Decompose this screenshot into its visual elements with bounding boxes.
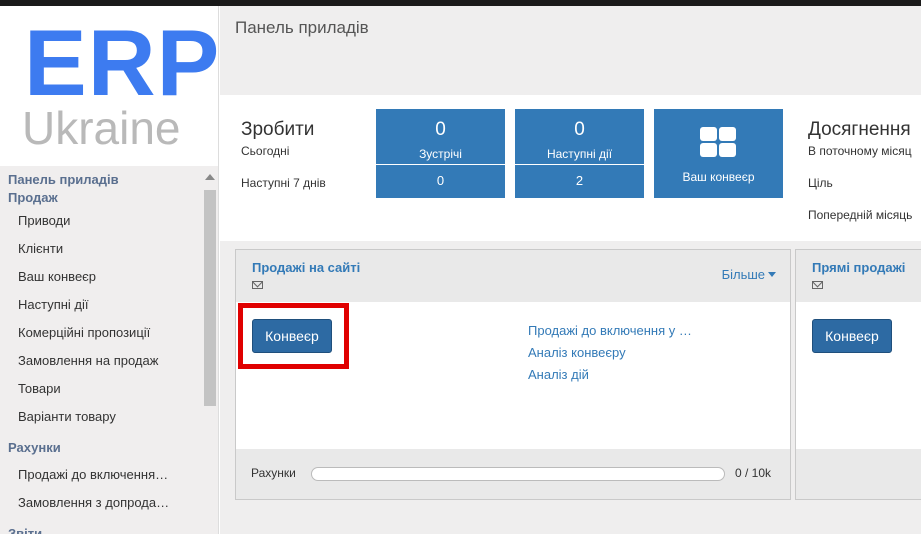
card-footer: Рахунки 0 / 10k [236,449,790,499]
card-title[interactable]: Прямі продажі [812,260,905,275]
sidebar-item-next-actions[interactable]: Наступні дії [0,291,200,319]
logo-ukraine-text: Ukraine [22,102,181,154]
sidebar-item-sales-orders[interactable]: Замовлення на продаж [0,347,200,375]
logo[interactable]: ERP Ukraine [0,6,219,166]
next-actions-next7-count[interactable]: 2 [515,164,644,198]
mail-icon[interactable] [812,281,823,289]
achievements-current-month: В поточному місяц [808,144,912,158]
todo-next7-label: Наступні 7 днів [241,176,326,190]
card-header: Прямі продажі [796,250,921,302]
card-title[interactable]: Продажі на сайті [252,260,360,275]
sidebar-item-pipeline[interactable]: Ваш конвеєр [0,263,200,291]
more-dropdown[interactable]: Більше [722,267,776,282]
link-activity-analysis[interactable]: Аналіз дій [528,364,692,386]
sidebar-menu: Панель приладів Продаж Приводи Клієнти В… [0,166,202,534]
link-pipeline-analysis[interactable]: Аналіз конвеєру [528,342,692,364]
scroll-up-arrow-icon[interactable] [205,174,215,180]
stats-panel: Зробити Сьогодні Наступні 7 днів 0 Зустр… [220,95,921,241]
card-links: Продажі до включення у … Аналіз конвеєру… [528,320,692,386]
logo-erp-text: ERP [24,10,219,115]
meetings-next7-count[interactable]: 0 [376,164,505,198]
sidebar-item-product-variants[interactable]: Варіанти товару [0,403,200,431]
grid-icon [700,127,736,157]
invoices-progress-value: 0 / 10k [735,466,772,480]
card-header: Продажі на сайті Більше [236,250,790,302]
link-sales-to-invoice[interactable]: Продажі до включення у … [528,320,692,342]
page-title: Панель приладів [235,18,369,37]
todo-title: Зробити [241,119,315,140]
meetings-count: 0 [435,119,446,140]
sales-team-card-website: Продажі на сайті Більше Конвеєр Продажі … [235,249,791,500]
sidebar-item-customers[interactable]: Клієнти [0,235,200,263]
sidebar-scrollbar[interactable] [202,170,218,534]
sidebar: ERP Ukraine Панель приладів Продаж Приво… [0,6,219,534]
caret-down-icon [768,272,776,277]
todo-today-label: Сьогодні [241,144,290,158]
achievements-previous-month: Попередній місяць [808,208,913,222]
sales-team-card-direct: Прямі продажі Конвеєр [795,249,921,500]
sidebar-item-leads[interactable]: Приводи [0,207,200,235]
mail-icon[interactable] [252,281,263,289]
card-footer [796,449,921,499]
sidebar-item-sales-to-invoice[interactable]: Продажі до включення… [0,461,200,489]
achievements-title: Досягнення [808,119,911,140]
pipeline-button[interactable]: Конвеєр [812,319,892,353]
scroll-thumb[interactable] [204,190,216,406]
pipeline-tile[interactable]: Ваш конвеєр [654,109,783,198]
sidebar-item-upsell-orders[interactable]: Замовлення з допрода… [0,489,200,517]
more-label: Більше [721,267,765,282]
main-content: Панель приладів Зробити Сьогодні Наступн… [220,6,921,534]
next-actions-count: 0 [574,119,585,140]
next-actions-label: Наступні дії [546,147,613,161]
sidebar-section-invoices[interactable]: Рахунки [0,431,202,461]
sidebar-item-dashboard[interactable]: Панель приладів [0,171,202,189]
next-actions-tile[interactable]: 0 Наступні дії 2 [515,109,644,198]
invoices-label: Рахунки [251,466,296,480]
sidebar-section-reports[interactable]: Звіти [0,517,202,534]
pipeline-tile-label: Ваш конвеєр [682,170,755,184]
pipeline-button[interactable]: Конвеєр [252,319,332,353]
sidebar-item-products[interactable]: Товари [0,375,200,403]
meetings-label: Зустрічі [419,147,462,161]
achievements-goal: Ціль [808,176,833,190]
sidebar-item-quotations[interactable]: Комерційні пропозиції [0,319,200,347]
sidebar-section-sales[interactable]: Продаж [0,189,202,207]
meetings-tile[interactable]: 0 Зустрічі 0 [376,109,505,198]
page-header: Панель приладів [220,6,921,94]
invoices-progress-bar [311,467,725,481]
